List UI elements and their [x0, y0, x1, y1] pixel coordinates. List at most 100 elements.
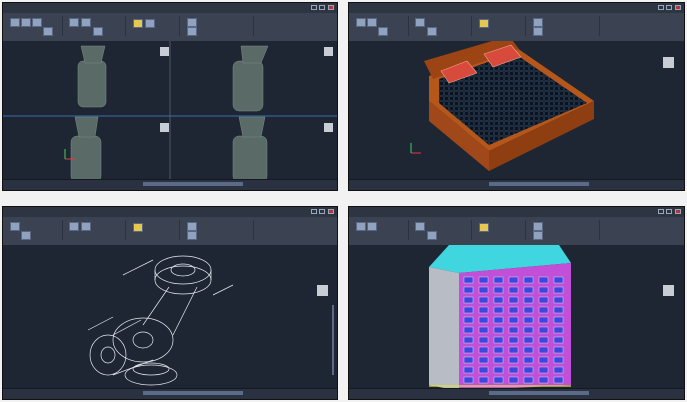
- ribbon-tool-icon[interactable]: [415, 18, 425, 27]
- building-window: [508, 296, 519, 304]
- ribbon-tool-icon[interactable]: [187, 231, 197, 240]
- building-window: [478, 376, 489, 384]
- ribbon-tool-icon[interactable]: [69, 222, 79, 231]
- ribbon-tool-icon[interactable]: [533, 18, 543, 27]
- building-window: [553, 296, 564, 304]
- light-bulb-icon[interactable]: [479, 19, 489, 28]
- building-window: [523, 306, 534, 314]
- maximize-icon[interactable]: [319, 209, 325, 214]
- wireframe-flange-pipe: [87, 255, 234, 386]
- ribbon-tool-icon[interactable]: [427, 231, 437, 240]
- ribbon-tool-icon[interactable]: [415, 222, 425, 231]
- viewcube-icon[interactable]: [324, 123, 333, 132]
- building-window: [538, 376, 549, 384]
- building-window: [493, 346, 504, 354]
- maximize-icon[interactable]: [666, 209, 672, 214]
- ribbon-tool-icon[interactable]: [21, 231, 31, 240]
- building-window: [463, 286, 474, 294]
- model-viewport[interactable]: [349, 41, 684, 180]
- ribbon-tool-icon[interactable]: [93, 27, 103, 36]
- ribbon-tool-icon[interactable]: [533, 231, 543, 240]
- building-window: [493, 316, 504, 324]
- maximize-icon[interactable]: [666, 5, 672, 10]
- building-window: [553, 286, 564, 294]
- viewcube-icon[interactable]: [160, 47, 169, 56]
- viewcube-icon[interactable]: [324, 47, 333, 56]
- ribbon-toolbar: [349, 217, 684, 246]
- autocad-window-bottom-left: [2, 206, 338, 400]
- minimize-icon[interactable]: [311, 5, 317, 10]
- ribbon-group: [7, 220, 63, 240]
- ribbon-tool-icon[interactable]: [378, 27, 388, 36]
- minimize-icon[interactable]: [658, 5, 664, 10]
- building-window: [463, 326, 474, 334]
- ribbon-tool-icon[interactable]: [187, 27, 197, 36]
- status-bar-tools[interactable]: [489, 391, 589, 395]
- building-window: [523, 296, 534, 304]
- ribbon-tool-icon[interactable]: [427, 27, 437, 36]
- close-icon[interactable]: [675, 5, 681, 10]
- ribbon-tool-icon[interactable]: [145, 19, 155, 28]
- building-window: [523, 346, 534, 354]
- building-window: [553, 306, 564, 314]
- ribbon-tool-icon[interactable]: [187, 18, 197, 27]
- building-window: [538, 296, 549, 304]
- model-viewport[interactable]: [3, 245, 337, 389]
- building-window: [523, 366, 534, 374]
- building-window: [478, 306, 489, 314]
- building-window: [508, 326, 519, 334]
- autocad-window-top-left: [2, 2, 338, 191]
- building-window: [553, 376, 564, 384]
- ribbon-group: [353, 16, 409, 36]
- ribbon-tool-icon[interactable]: [10, 222, 20, 231]
- status-bar-tools[interactable]: [489, 182, 589, 186]
- viewcube-icon[interactable]: [663, 285, 674, 296]
- close-icon[interactable]: [328, 5, 334, 10]
- ribbon-tool-icon[interactable]: [81, 222, 91, 231]
- light-bulb-icon[interactable]: [133, 223, 143, 232]
- ribbon-tool-icon[interactable]: [367, 18, 377, 27]
- building-window: [553, 276, 564, 284]
- building-window: [538, 306, 549, 314]
- model-viewport[interactable]: [349, 245, 684, 391]
- building-window: [508, 356, 519, 364]
- ribbon-tool-icon[interactable]: [10, 18, 20, 27]
- building-window: [478, 326, 489, 334]
- minimize-icon[interactable]: [658, 209, 664, 214]
- ribbon-group: [129, 220, 180, 240]
- viewcube-icon[interactable]: [317, 285, 328, 296]
- ribbon-group: [529, 220, 600, 240]
- ribbon-tool-icon[interactable]: [367, 222, 377, 231]
- building-window: [493, 286, 504, 294]
- ribbon-tool-icon[interactable]: [69, 18, 79, 27]
- maximize-icon[interactable]: [319, 5, 325, 10]
- ribbon-tool-icon[interactable]: [21, 18, 31, 27]
- valve-model-top-a: [77, 45, 107, 108]
- ribbon-tool-icon[interactable]: [81, 18, 91, 27]
- ribbon-tool-icon[interactable]: [533, 27, 543, 36]
- light-bulb-icon[interactable]: [133, 19, 143, 28]
- building-window: [523, 376, 534, 384]
- ribbon-group: [7, 16, 63, 36]
- ribbon-tool-icon[interactable]: [32, 18, 42, 27]
- ribbon-tool-icon[interactable]: [356, 18, 366, 27]
- status-bar-tools[interactable]: [143, 182, 243, 186]
- ribbon-tool-icon[interactable]: [187, 222, 197, 231]
- status-bar-tools[interactable]: [143, 391, 243, 395]
- light-bulb-icon[interactable]: [479, 223, 489, 232]
- close-icon[interactable]: [675, 209, 681, 214]
- ribbon-tool-icon[interactable]: [533, 222, 543, 231]
- building-window: [538, 286, 549, 294]
- autocad-window-top-right: [348, 2, 685, 191]
- viewcube-icon[interactable]: [160, 123, 169, 132]
- minimize-icon[interactable]: [311, 209, 317, 214]
- close-icon[interactable]: [328, 209, 334, 214]
- building-window: [523, 286, 534, 294]
- building-window: [493, 356, 504, 364]
- ribbon-tool-icon[interactable]: [43, 27, 53, 36]
- viewcube-icon[interactable]: [663, 57, 674, 68]
- building-window: [493, 336, 504, 344]
- building-window: [538, 356, 549, 364]
- model-viewport[interactable]: [3, 41, 337, 182]
- ribbon-tool-icon[interactable]: [356, 222, 366, 231]
